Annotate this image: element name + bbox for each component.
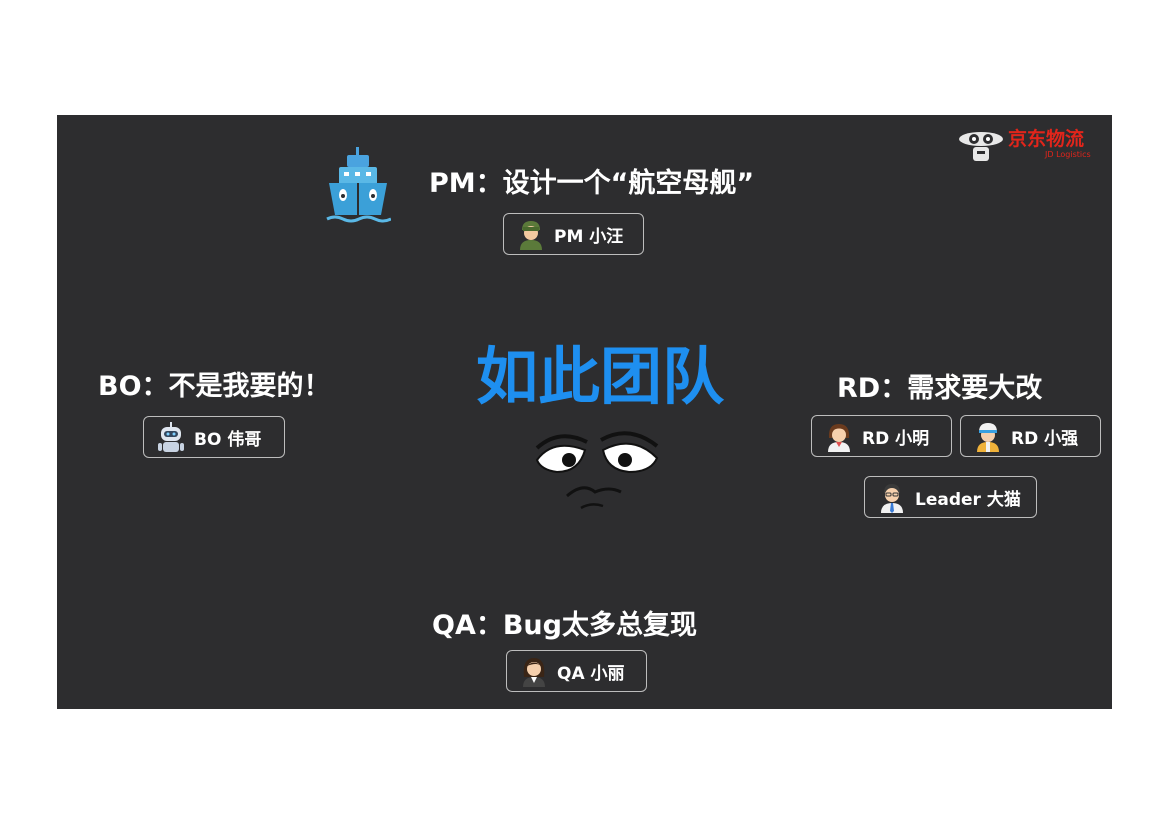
member-name: RD 小明 <box>862 428 930 449</box>
aircraft-carrier-icon <box>326 147 391 223</box>
role-pm-text: PM：设计一个“航空母舰” <box>429 168 755 199</box>
member-name: BO 伟哥 <box>194 429 262 450</box>
role-rd-text: RD：需求要大改 <box>837 373 1043 404</box>
brand-name: 京东物流 <box>1008 128 1085 150</box>
member-pill-rd-2: RD 小强 <box>960 415 1101 457</box>
worker-avatar-icon <box>977 423 999 452</box>
member-pill-pm: PM 小汪 <box>503 213 644 255</box>
slide: 京东物流 JD Logistics PM：设计一个“航空母舰” PM 小汪 BO… <box>57 115 1112 709</box>
member-name: PM 小汪 <box>554 226 624 247</box>
manager-avatar-icon <box>881 484 903 513</box>
brand-subtitle: JD Logistics <box>1045 150 1091 159</box>
girl-avatar-icon <box>828 424 850 452</box>
sad-face-icon <box>535 431 659 510</box>
member-name: RD 小强 <box>1011 428 1079 449</box>
robot-avatar-icon <box>158 422 184 452</box>
member-pill-rd-1: RD 小明 <box>811 415 952 457</box>
role-qa-text: QA：Bug太多总复现 <box>432 610 697 641</box>
woman-avatar-icon <box>523 658 545 687</box>
soldier-avatar-icon <box>520 221 542 250</box>
jd-logistics-logo: 京东物流 JD Logistics <box>957 127 1107 165</box>
member-name: Leader 大猫 <box>915 489 1021 510</box>
member-pill-rd-3: Leader 大猫 <box>864 476 1037 518</box>
page-title: 如此团队 <box>476 340 725 413</box>
role-bo-text: BO：不是我要的！ <box>98 371 331 402</box>
member-name: QA 小丽 <box>557 663 625 684</box>
member-pill-qa: QA 小丽 <box>506 650 647 692</box>
jd-logistics-logo-icon <box>959 132 1003 161</box>
member-pill-bo: BO 伟哥 <box>143 416 285 458</box>
